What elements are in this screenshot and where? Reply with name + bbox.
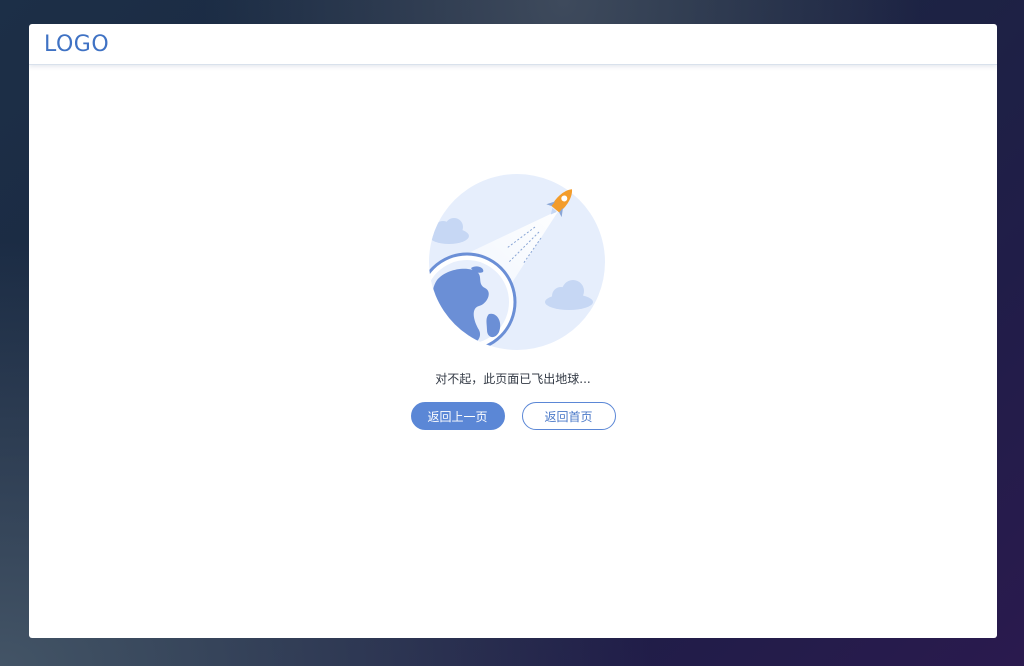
back-button[interactable]: 返回上一页 (410, 402, 505, 430)
logo[interactable]: LOGO (44, 32, 109, 57)
rocket-leaving-earth-icon (429, 174, 605, 350)
error-page-content: 对不起，此页面已飞出地球... 返回上一页 返回首页 (29, 65, 997, 638)
action-buttons: 返回上一页 返回首页 (29, 402, 997, 430)
error-message: 对不起，此页面已飞出地球... (435, 372, 591, 386)
app-window: LOGO 对不起，此页面已飞出地球... 返回上一页 返回首页 (29, 24, 997, 638)
header-bar: LOGO (29, 24, 997, 65)
earth-icon (429, 252, 517, 350)
home-button[interactable]: 返回首页 (521, 402, 616, 430)
